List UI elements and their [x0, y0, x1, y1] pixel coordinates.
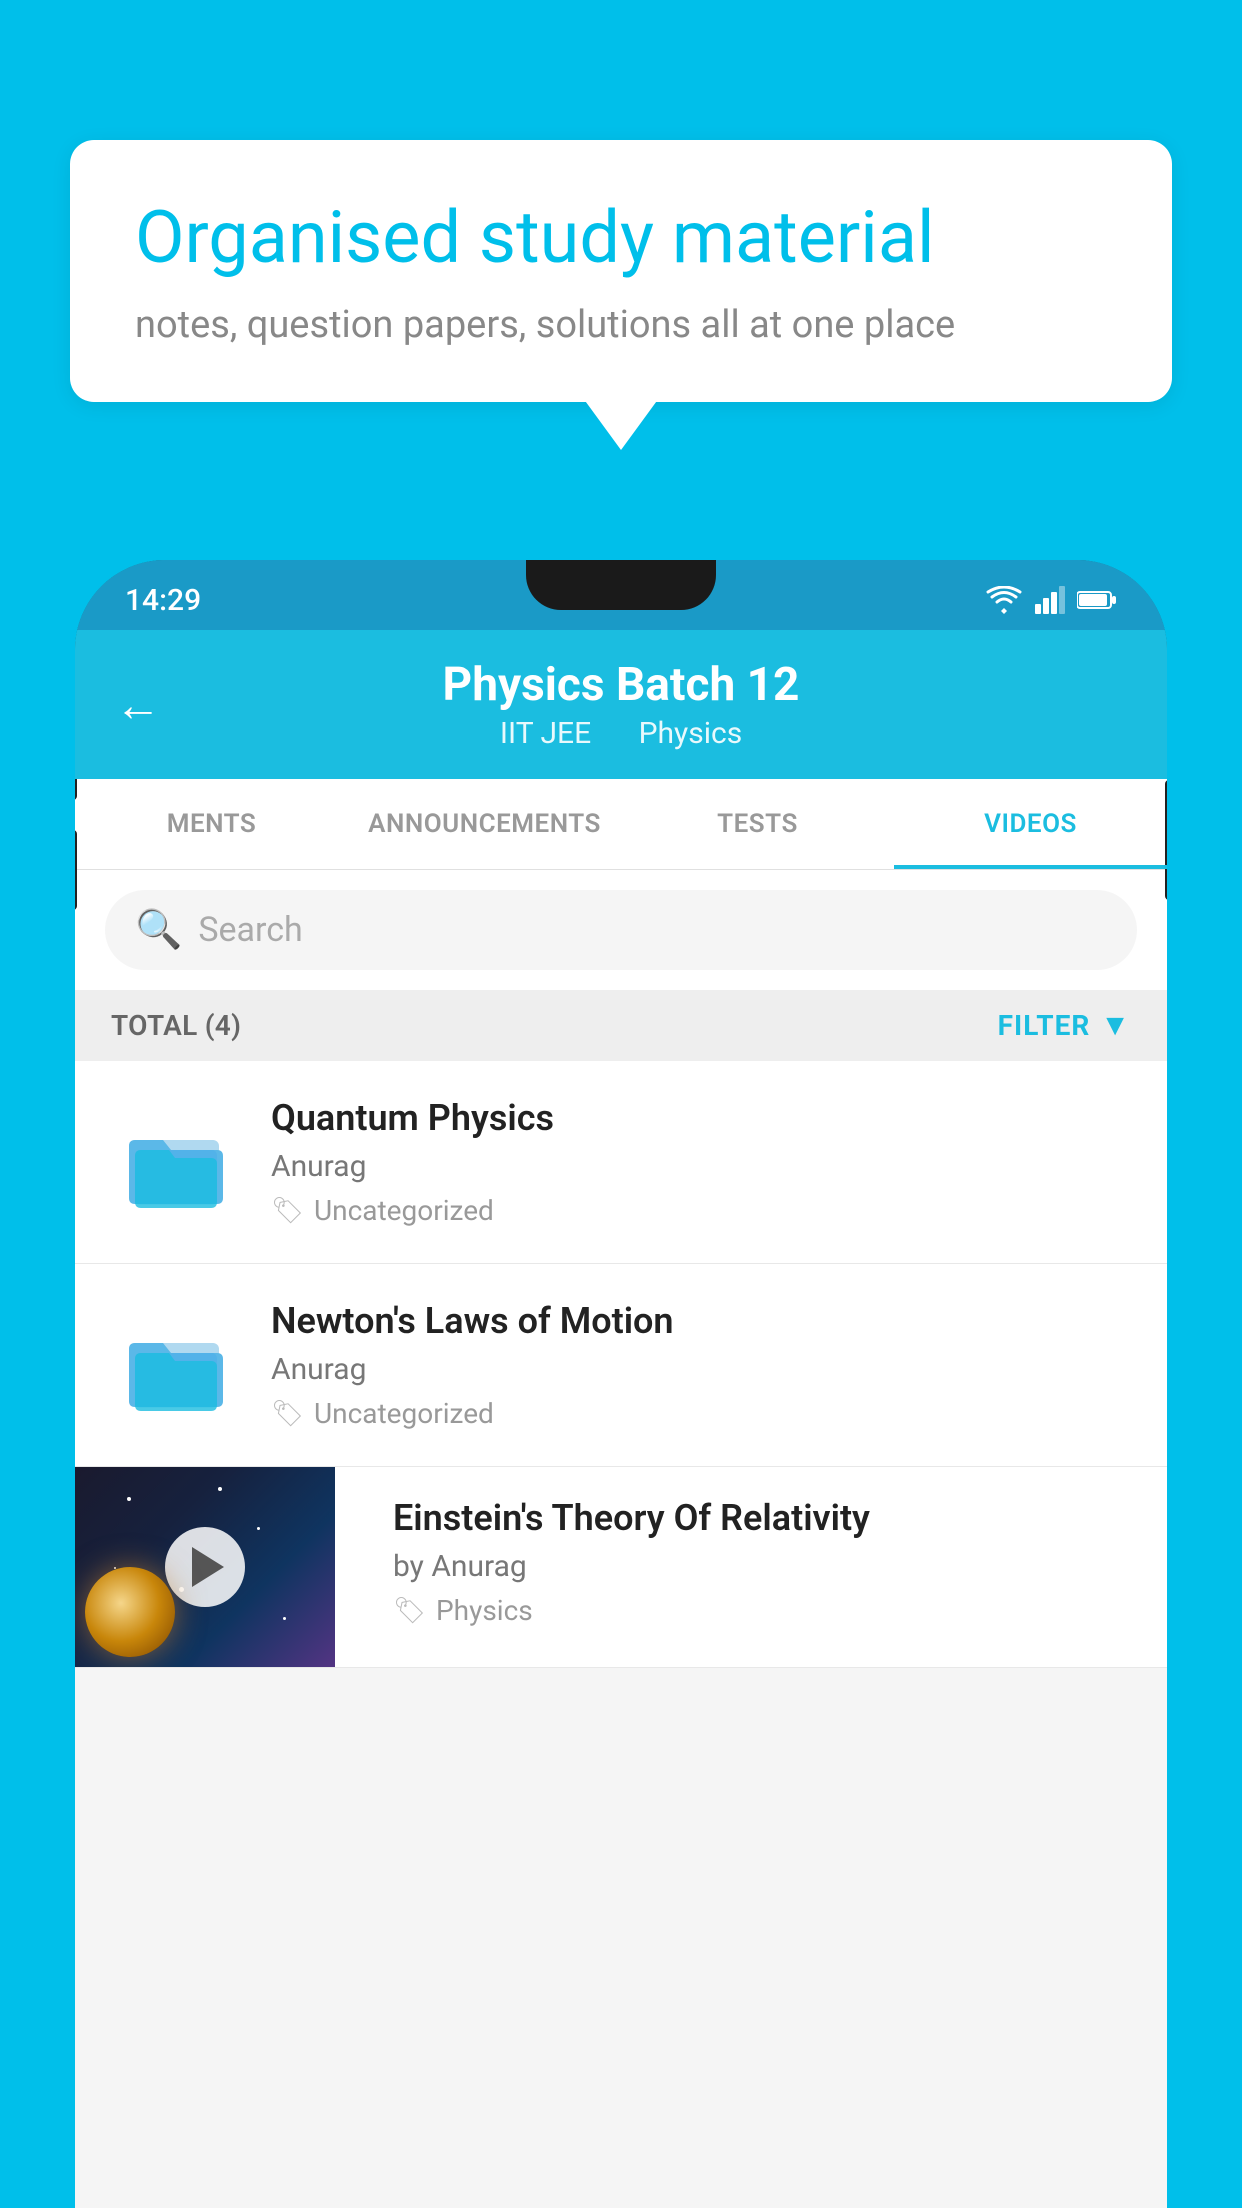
filter-icon: ▼ — [1100, 1008, 1131, 1043]
list-item[interactable]: Quantum Physics Anurag 🏷 Uncategorized — [75, 1061, 1167, 1264]
video-tag-3: 🏷 Physics — [393, 1594, 1139, 1627]
filter-row: TOTAL (4) FILTER ▼ — [75, 990, 1167, 1061]
video-author-3: by Anurag — [393, 1549, 1139, 1584]
folder-icon — [121, 1112, 231, 1212]
tab-tests[interactable]: TESTS — [621, 779, 894, 869]
signal-icon — [1035, 586, 1065, 614]
header-subtitle-part2: Physics — [639, 716, 743, 751]
tag-icon: 🏷 — [271, 1399, 304, 1429]
bubble-subtitle: notes, question papers, solutions all at… — [135, 303, 1107, 347]
video-tag-2: 🏷 Uncategorized — [271, 1397, 1131, 1430]
video-title-2: Newton's Laws of Motion — [271, 1300, 1131, 1342]
search-bar-wrapper: 🔍 Search — [75, 870, 1167, 990]
video-tag-label-2: Uncategorized — [314, 1397, 494, 1430]
bubble-title: Organised study material — [135, 195, 1107, 281]
video-author-1: Anurag — [271, 1149, 1131, 1184]
app-header: ← Physics Batch 12 IIT JEE Physics — [75, 630, 1167, 779]
filter-label: FILTER — [998, 1009, 1091, 1042]
status-icons — [985, 586, 1117, 614]
video-tag-1: 🏷 Uncategorized — [271, 1194, 1131, 1227]
video-tag-label-1: Uncategorized — [314, 1194, 494, 1227]
search-bar[interactable]: 🔍 Search — [105, 890, 1137, 970]
phone-frame: 14:29 — [75, 560, 1167, 2208]
battery-icon — [1077, 589, 1117, 611]
video-tag-label-3: Physics — [436, 1594, 533, 1627]
video-list: Quantum Physics Anurag 🏷 Uncategorized — [75, 1061, 1167, 1668]
header-title: Physics Batch 12 — [443, 658, 800, 712]
tab-announcements[interactable]: ANNOUNCEMENTS — [348, 779, 621, 869]
status-bar: 14:29 — [75, 560, 1167, 630]
filter-button[interactable]: FILTER ▼ — [998, 1008, 1131, 1043]
total-count-label: TOTAL (4) — [111, 1009, 241, 1042]
speech-bubble-container: Organised study material notes, question… — [70, 140, 1172, 402]
search-placeholder: Search — [198, 910, 302, 950]
video-thumbnail-3 — [75, 1467, 335, 1667]
tab-ments[interactable]: MENTS — [75, 779, 348, 869]
folder-icon — [121, 1315, 231, 1415]
app-content: 🔍 Search TOTAL (4) FILTER ▼ — [75, 870, 1167, 2208]
header-subtitle-part1: IIT JEE — [500, 716, 591, 751]
tag-icon: 🏷 — [393, 1596, 426, 1626]
tab-videos[interactable]: VIDEOS — [894, 779, 1167, 869]
video-title-1: Quantum Physics — [271, 1097, 1131, 1139]
list-item[interactable]: Newton's Laws of Motion Anurag 🏷 Uncateg… — [75, 1264, 1167, 1467]
video-author-2: Anurag — [271, 1352, 1131, 1387]
stars-background — [75, 1467, 335, 1667]
video-title-3: Einstein's Theory Of Relativity — [393, 1497, 1139, 1539]
video-thumbnail-1 — [111, 1097, 241, 1227]
video-info-2: Newton's Laws of Motion Anurag 🏷 Uncateg… — [271, 1300, 1131, 1430]
search-icon: 🔍 — [135, 908, 182, 952]
tabs-bar: MENTS ANNOUNCEMENTS TESTS VIDEOS — [75, 779, 1167, 870]
video-info-3: Einstein's Theory Of Relativity by Anura… — [365, 1467, 1167, 1657]
speech-bubble: Organised study material notes, question… — [70, 140, 1172, 402]
tag-icon: 🏷 — [271, 1196, 304, 1226]
wifi-icon — [985, 586, 1023, 614]
phone-screen: 14:29 — [75, 560, 1167, 2208]
back-button[interactable]: ← — [115, 677, 161, 732]
status-time: 14:29 — [125, 583, 201, 618]
header-subtitle: IIT JEE Physics — [490, 716, 752, 751]
video-info-1: Quantum Physics Anurag 🏷 Uncategorized — [271, 1097, 1131, 1227]
list-item[interactable]: Einstein's Theory Of Relativity by Anura… — [75, 1467, 1167, 1668]
video-thumbnail-2 — [111, 1300, 241, 1430]
